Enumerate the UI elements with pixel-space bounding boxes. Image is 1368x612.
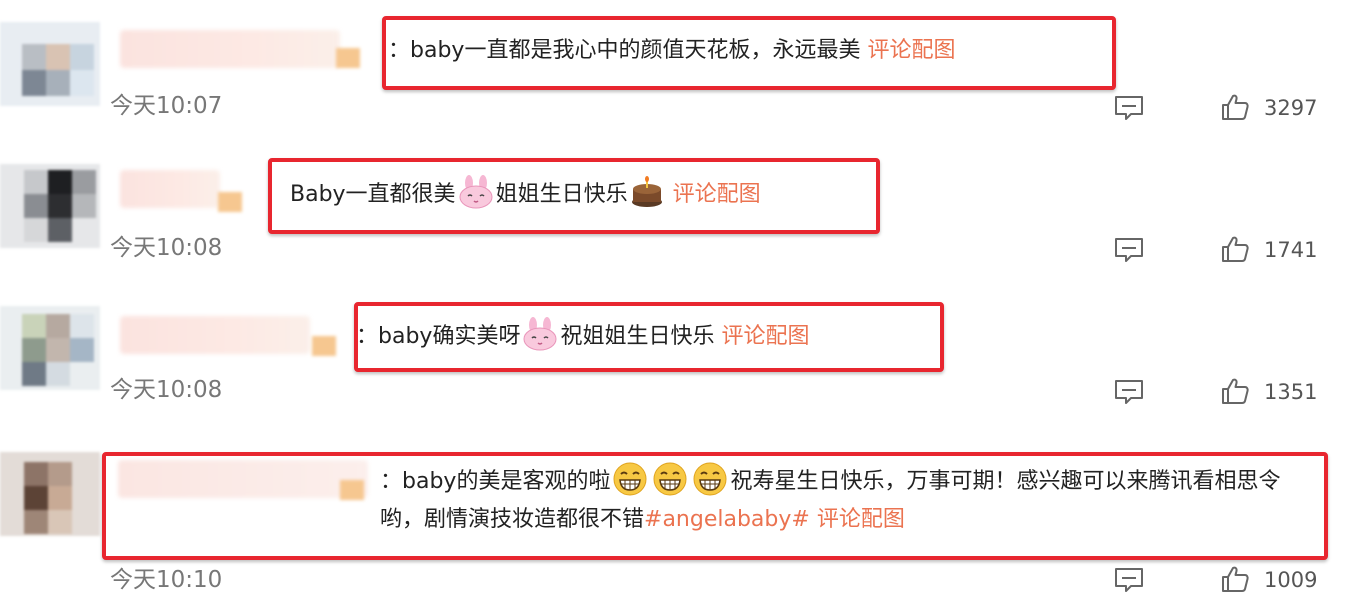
comment-reply-icon[interactable]	[1114, 95, 1144, 121]
avatar[interactable]	[0, 22, 100, 106]
bunny-emoji-icon	[458, 175, 494, 209]
bunny-emoji-icon	[522, 317, 558, 351]
user-badge	[312, 336, 336, 356]
timestamp: 今天10:07	[110, 93, 223, 119]
comment-body: baby的美是客观的啦	[402, 469, 611, 494]
comment-prefix: ：	[380, 469, 403, 494]
username[interactable]	[120, 170, 220, 208]
comment-body: baby确实美呀	[378, 324, 521, 349]
image-link[interactable]: 评论配图	[810, 507, 905, 532]
hashtag-link[interactable]: #angelababy#	[644, 507, 810, 532]
cake-emoji-icon	[630, 175, 664, 209]
comment-prefix: ：	[356, 324, 379, 349]
like-count: 1009	[1264, 568, 1318, 592]
thumbs-up-icon[interactable]	[1221, 235, 1249, 263]
grin-emoji-icon	[692, 462, 728, 496]
username[interactable]	[120, 30, 340, 68]
grin-emoji-icon	[652, 462, 688, 496]
comment-body-cont: 祝姐姐生日快乐	[560, 324, 722, 349]
user-badge	[218, 192, 242, 212]
comment-prefix: ：	[388, 38, 411, 63]
timestamp: 今天10:08	[110, 377, 223, 403]
comment-text: Baby一直都很美 姐姐生日快乐 评论配图	[290, 175, 761, 214]
user-badge	[340, 480, 364, 500]
like-count: 3297	[1264, 96, 1318, 120]
comment-text: ：baby确实美呀 祝姐姐生日快乐 评论配图	[356, 317, 809, 356]
avatar[interactable]	[0, 452, 100, 536]
user-badge	[336, 48, 360, 68]
comment-body: Baby一直都很美	[290, 182, 456, 207]
thumbs-up-icon[interactable]	[1221, 377, 1249, 405]
comment-body-cont: 姐姐生日快乐	[495, 182, 628, 207]
username[interactable]	[118, 460, 368, 498]
comment-body: baby一直都是我心中的颜值天花板，永远最美	[410, 38, 868, 63]
avatar[interactable]	[0, 164, 100, 248]
thumbs-up-icon[interactable]	[1221, 565, 1249, 593]
image-link[interactable]: 评论配图	[867, 38, 955, 63]
username[interactable]	[120, 316, 310, 354]
like-count: 1741	[1264, 238, 1318, 262]
timestamp: 今天10:10	[110, 567, 223, 593]
image-link[interactable]: 评论配图	[673, 182, 761, 207]
thumbs-up-icon[interactable]	[1221, 93, 1249, 121]
like-count: 1351	[1264, 380, 1318, 404]
comment-reply-icon[interactable]	[1114, 567, 1144, 593]
comment-text: ：baby的美是客观的啦 祝寿星生日快乐，万事可期！感兴趣可以来腾讯看相思令哟，剧…	[380, 462, 1320, 539]
comment-text: ：baby一直都是我心中的颜值天花板，永远最美 评论配图	[388, 32, 955, 70]
avatar[interactable]	[0, 306, 100, 390]
comment-reply-icon[interactable]	[1114, 237, 1144, 263]
timestamp: 今天10:08	[110, 235, 223, 261]
grin-emoji-icon	[612, 462, 648, 496]
comment-reply-icon[interactable]	[1114, 379, 1144, 405]
image-link[interactable]: 评论配图	[721, 324, 809, 349]
